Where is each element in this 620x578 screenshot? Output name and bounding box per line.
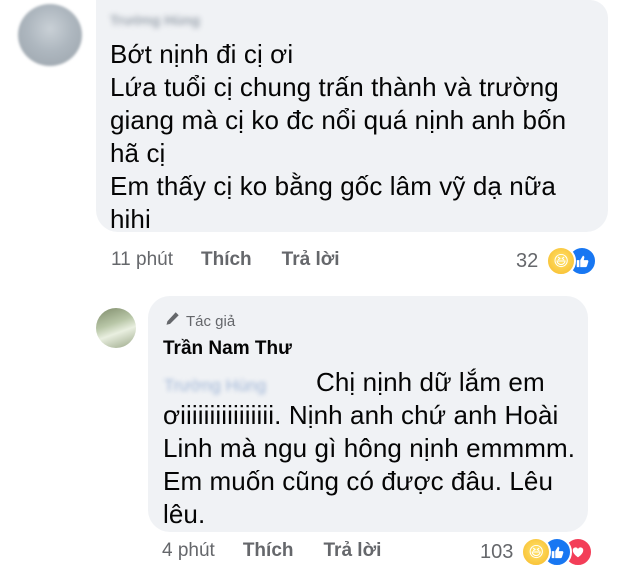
pen-icon — [164, 311, 180, 331]
comment-text: Bớt nịnh đi cị ơi Lứa tuổi cị chung trấn… — [110, 39, 567, 234]
reaction-summary[interactable]: 32 😆 — [516, 246, 598, 276]
author-tag-label: Tác giả — [186, 312, 236, 330]
reply-author-name[interactable]: Trần Nam Thư — [163, 338, 292, 360]
comment-meta: 11 phút Thích Trả lời — [111, 249, 340, 271]
like-button[interactable]: Thích — [201, 249, 252, 271]
reply-text: Chị nịnh dữ lắm em ơiiiiiiiiiiiiiiii. Nị… — [163, 367, 576, 529]
commenter-name[interactable]: Trường Hùng — [110, 12, 200, 28]
reaction-count: 32 — [516, 249, 539, 272]
reply-button[interactable]: Trả lời — [282, 249, 340, 271]
reply-reaction-count: 103 — [480, 540, 514, 563]
reply-reply-button[interactable]: Trả lời — [324, 540, 382, 562]
reply-timestamp[interactable]: 4 phút — [162, 540, 215, 562]
comment-timestamp[interactable]: 11 phút — [111, 249, 173, 271]
author-avatar[interactable] — [96, 308, 136, 348]
author-badge: Tác giả — [164, 311, 235, 331]
reply-like-button[interactable]: Thích — [243, 540, 294, 562]
reply-reaction-summary[interactable]: 103 😆 — [480, 537, 594, 567]
reply-meta: 4 phút Thích Trả lời — [162, 540, 381, 562]
commenter-avatar[interactable] — [18, 4, 82, 66]
